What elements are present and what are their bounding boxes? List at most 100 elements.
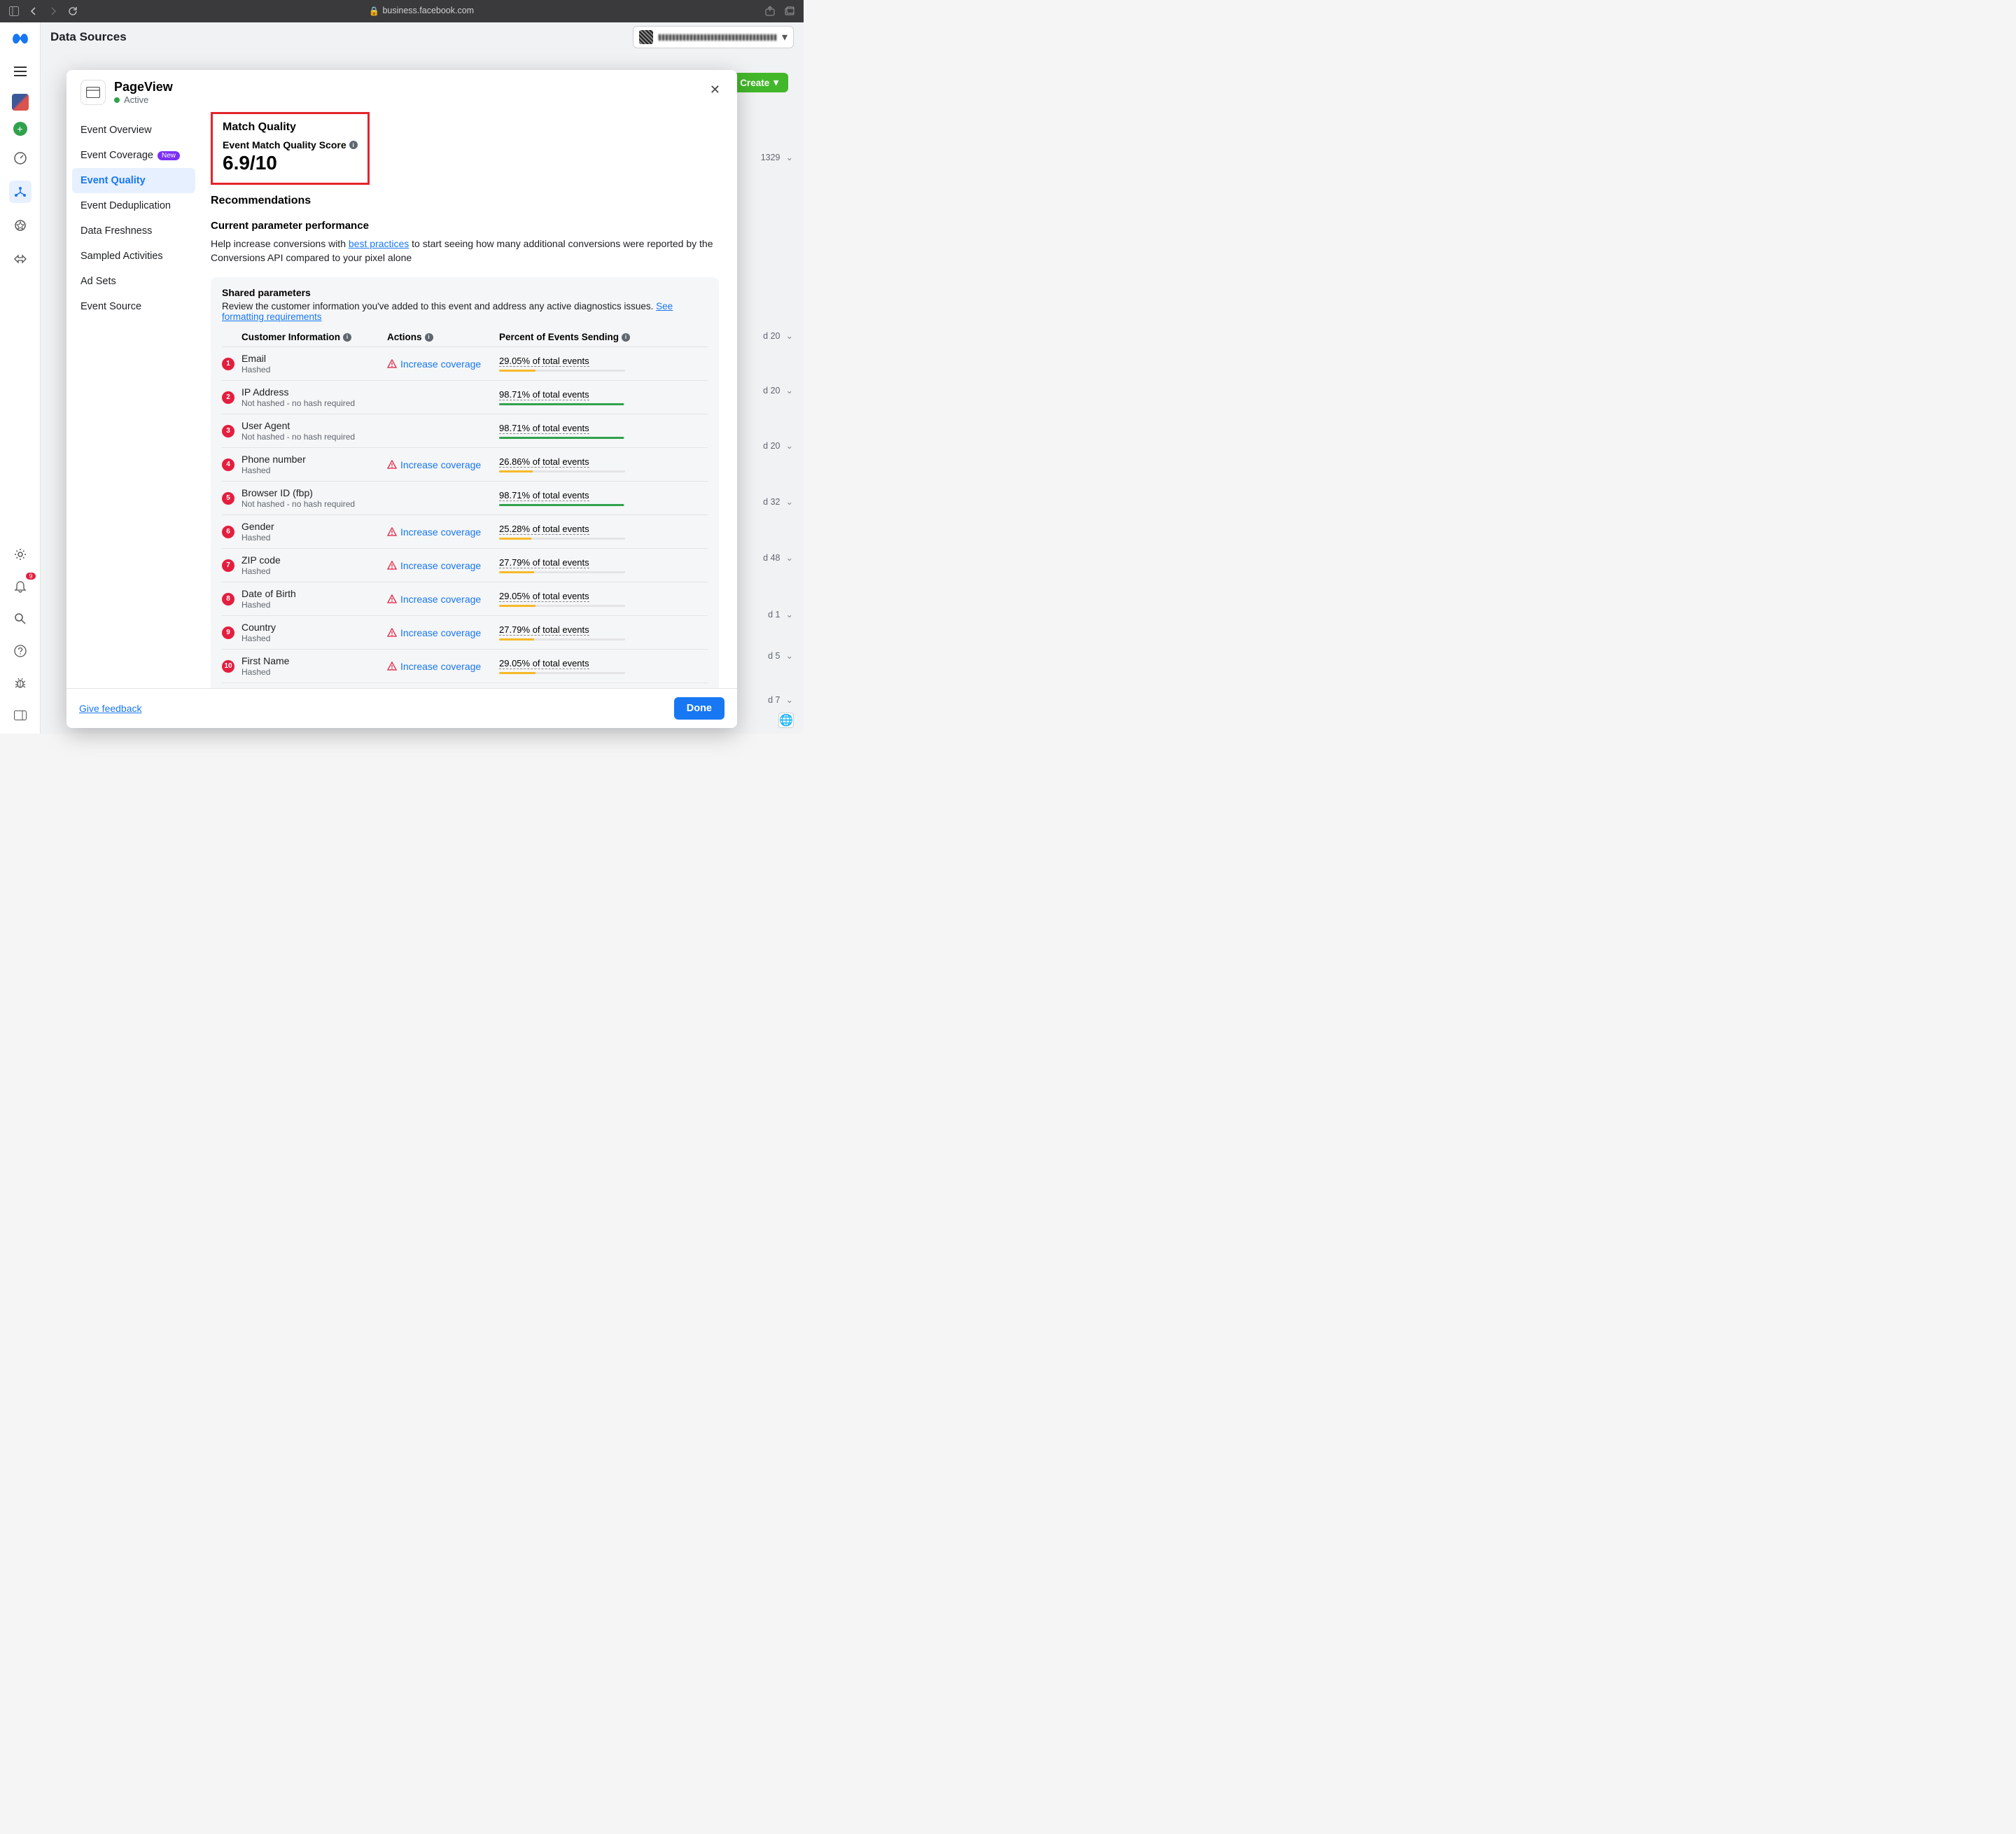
- chevron-down-icon[interactable]: ⌄: [786, 694, 793, 705]
- background-row-peek: d 20⌄: [763, 440, 793, 451]
- customer-info-cell: Date of BirthHashed: [241, 588, 387, 610]
- match-quality-score: 6.9/10: [223, 152, 358, 174]
- customer-info-cell: First NameHashed: [241, 655, 387, 677]
- increase-coverage-link[interactable]: Increase coverage: [387, 526, 499, 538]
- url-bar[interactable]: 🔒business.facebook.com: [87, 6, 756, 16]
- bug-icon[interactable]: [9, 672, 31, 694]
- share-icon[interactable]: [764, 6, 776, 17]
- warning-icon: [387, 628, 397, 638]
- background-row-peek: d 7⌄: [768, 694, 793, 705]
- table-row: 7 ZIP codeHashedIncrease coverage27.79% o…: [222, 548, 708, 582]
- background-row-peek: d 1⌄: [768, 609, 793, 620]
- table-row: 2IP AddressNot hashed - no hash required…: [222, 380, 708, 414]
- chevron-down-icon[interactable]: ⌄: [786, 385, 793, 396]
- customer-info-cell: IP AddressNot hashed - no hash required: [241, 386, 387, 408]
- rank-badge: 5: [222, 492, 234, 505]
- notifications-icon[interactable]: 9: [9, 575, 31, 598]
- sidebar-toggle-icon[interactable]: [8, 6, 20, 17]
- shared-parameters-box: Shared parameters Review the customer in…: [211, 277, 719, 688]
- table-row: 3User AgentNot hashed - no hash required…: [222, 414, 708, 447]
- add-button[interactable]: +: [13, 122, 27, 136]
- background-row-peek: d 48⌄: [763, 552, 793, 563]
- percent-cell: 98.71% of total events: [499, 389, 708, 405]
- rank-badge: 1: [222, 358, 234, 370]
- shared-parameters-desc: Review the customer information you've a…: [222, 301, 708, 322]
- current-performance-heading: Current parameter performance: [211, 220, 719, 232]
- nav-item-event-source[interactable]: Event Source: [72, 294, 195, 319]
- table-row: 9CountryHashedIncrease coverage27.79% of…: [222, 615, 708, 649]
- account-thumb: [639, 30, 653, 44]
- done-button[interactable]: Done: [674, 697, 724, 720]
- chevron-down-icon[interactable]: ⌄: [786, 496, 793, 507]
- data-sources-icon[interactable]: [9, 181, 31, 203]
- chevron-down-icon[interactable]: ⌄: [786, 152, 793, 162]
- chevron-down-icon[interactable]: ⌄: [786, 440, 793, 451]
- gauge-icon[interactable]: [9, 147, 31, 169]
- search-icon[interactable]: [9, 608, 31, 630]
- warning-icon: [387, 594, 397, 604]
- customer-info-cell: Phone numberHashed: [241, 454, 387, 475]
- panel-icon[interactable]: [9, 704, 31, 727]
- info-icon[interactable]: i: [425, 333, 433, 342]
- info-icon[interactable]: i: [343, 333, 351, 342]
- nav-item-event-coverage[interactable]: Event CoverageNew: [72, 143, 195, 168]
- browser-window-icon: [80, 80, 106, 105]
- chevron-down-icon[interactable]: ⌄: [786, 330, 793, 341]
- percent-cell: 25.28% of total events: [499, 524, 708, 540]
- chevron-down-icon[interactable]: ⌄: [786, 609, 793, 620]
- increase-coverage-link[interactable]: Increase coverage: [387, 560, 499, 571]
- create-button[interactable]: Create ▾: [730, 73, 788, 92]
- chevron-down-icon[interactable]: ⌄: [786, 552, 793, 563]
- help-icon[interactable]: [9, 640, 31, 662]
- chevron-down-icon: ▾: [774, 77, 778, 88]
- info-icon[interactable]: i: [622, 333, 630, 342]
- nav-item-ad-sets[interactable]: Ad Sets: [72, 269, 195, 294]
- increase-coverage-link[interactable]: Increase coverage: [387, 594, 499, 605]
- nav-item-event-quality[interactable]: Event Quality: [72, 168, 195, 193]
- browser-chrome: 🔒business.facebook.com: [0, 0, 804, 22]
- tabs-icon[interactable]: [784, 6, 795, 17]
- customer-info-cell: GenderHashed: [241, 521, 387, 542]
- reload-icon[interactable]: [67, 6, 78, 17]
- forward-icon: [48, 6, 59, 17]
- help-text: Help increase conversions with best prac…: [211, 237, 719, 265]
- warning-icon: [387, 359, 397, 369]
- chevron-down-icon[interactable]: ⌄: [786, 650, 793, 661]
- business-avatar[interactable]: [12, 94, 29, 111]
- give-feedback-link[interactable]: Give feedback: [79, 703, 142, 714]
- settings-icon[interactable]: [9, 543, 31, 566]
- increase-coverage-link[interactable]: Increase coverage: [387, 661, 499, 672]
- language-globe-icon[interactable]: 🌐: [778, 713, 794, 728]
- increase-coverage-link[interactable]: Increase coverage: [387, 459, 499, 470]
- best-practices-link[interactable]: best practices: [349, 238, 409, 249]
- table-row: 4Phone numberHashedIncrease coverage26.8…: [222, 447, 708, 481]
- nav-item-event-overview[interactable]: Event Overview: [72, 118, 195, 143]
- nav-item-sampled-activities[interactable]: Sampled Activities: [72, 244, 195, 269]
- nav-item-data-freshness[interactable]: Data Freshness: [72, 218, 195, 244]
- page-title: Data Sources: [50, 30, 127, 44]
- percent-cell: 27.79% of total events: [499, 624, 708, 640]
- new-badge: New: [158, 151, 180, 160]
- match-quality-heading: Match Quality: [223, 121, 358, 134]
- star-gear-icon[interactable]: [9, 214, 31, 237]
- close-icon[interactable]: ✕: [707, 80, 723, 100]
- increase-coverage-link[interactable]: Increase coverage: [387, 627, 499, 638]
- hamburger-icon[interactable]: [9, 60, 31, 83]
- customer-info-cell: ZIP codeHashed: [241, 554, 387, 576]
- nav-item-event-deduplication[interactable]: Event Deduplication: [72, 193, 195, 218]
- back-icon[interactable]: [28, 6, 39, 17]
- table-row: 5Browser ID (fbp)Not hashed - no hash re…: [222, 481, 708, 514]
- increase-coverage-link[interactable]: Increase coverage: [387, 358, 499, 370]
- info-icon[interactable]: i: [349, 141, 358, 149]
- customer-info-cell: CountryHashed: [241, 622, 387, 643]
- percent-cell: 27.79% of total events: [499, 557, 708, 573]
- table-row: 8Date of BirthHashedIncrease coverage29.…: [222, 582, 708, 615]
- account-selector[interactable]: ▾: [633, 26, 794, 48]
- percent-cell: 98.71% of total events: [499, 490, 708, 506]
- notif-badge: 9: [26, 573, 35, 580]
- integrations-icon[interactable]: [9, 248, 31, 270]
- table-row: 10First NameHashedIncrease coverage29.05…: [222, 649, 708, 682]
- match-quality-subheading: Event Match Quality Score i: [223, 139, 358, 150]
- meta-logo[interactable]: [10, 29, 30, 49]
- rank-badge: 7: [222, 559, 234, 572]
